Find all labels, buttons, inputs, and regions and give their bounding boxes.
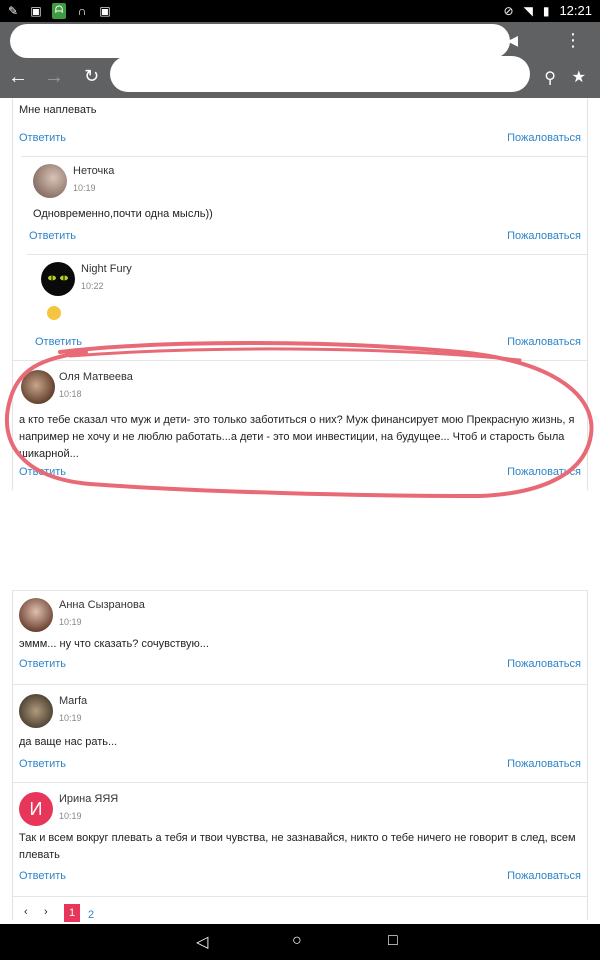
pagination: ‹ › 1 2 bbox=[12, 904, 588, 924]
annotation-overlay bbox=[4, 341, 594, 499]
back-icon[interactable]: ◁ bbox=[196, 932, 208, 952]
highlight-circle bbox=[4, 341, 594, 499]
page-1[interactable]: 1 bbox=[64, 904, 80, 922]
page-2[interactable]: 2 bbox=[88, 906, 94, 924]
next-page-icon[interactable]: › bbox=[44, 906, 48, 918]
recents-icon[interactable]: □ bbox=[388, 932, 398, 950]
home-icon[interactable]: ○ bbox=[292, 932, 302, 950]
system-nav-bar: ◁ ○ □ bbox=[0, 924, 600, 960]
prev-page-icon[interactable]: ‹ bbox=[24, 906, 28, 918]
